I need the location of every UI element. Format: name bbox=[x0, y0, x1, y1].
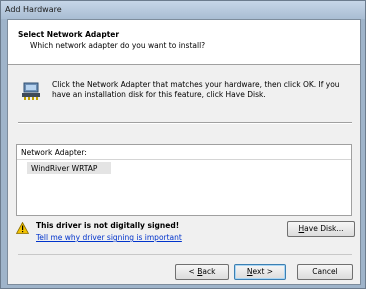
list-header-label: Network Adapter: bbox=[21, 148, 87, 157]
instruction-text: Click the Network Adapter that matches y… bbox=[52, 80, 340, 99]
network-adapter-icon bbox=[20, 81, 42, 101]
page-title: Select Network Adapter bbox=[18, 30, 120, 39]
wizard-header: Select Network Adapter Which network ada… bbox=[8, 20, 360, 65]
add-hardware-window: Add Hardware Select Network Adapter Whic… bbox=[0, 0, 366, 289]
title-bar[interactable]: Add Hardware bbox=[1, 1, 365, 19]
next-suffix: ext > bbox=[252, 267, 274, 276]
driver-signing-link[interactable]: Tell me why driver signing is important bbox=[36, 233, 182, 242]
back-button[interactable]: < Back bbox=[175, 264, 229, 280]
warning-text: This driver is not digitally signed! bbox=[36, 221, 180, 230]
list-column-header[interactable]: Network Adapter: bbox=[17, 145, 351, 160]
back-suffix: ack bbox=[202, 267, 216, 276]
next-button[interactable]: Next > bbox=[234, 264, 286, 280]
back-prefix: < bbox=[188, 267, 198, 276]
window-title: Add Hardware bbox=[5, 5, 62, 14]
network-adapter-list[interactable]: Network Adapter: WindRiver WRTAP bbox=[16, 144, 352, 216]
separator bbox=[18, 122, 352, 124]
instruction-panel: Click the Network Adapter that matches y… bbox=[16, 77, 356, 107]
warning-icon bbox=[15, 221, 30, 234]
dialog-client-area: Select Network Adapter Which network ada… bbox=[7, 19, 361, 285]
have-disk-suffix: ave Disk... bbox=[304, 224, 344, 233]
list-item-label: WindRiver WRTAP bbox=[31, 164, 98, 173]
have-disk-button[interactable]: Have Disk... bbox=[287, 221, 355, 237]
list-item[interactable]: WindRiver WRTAP bbox=[27, 162, 111, 174]
cancel-button[interactable]: Cancel bbox=[297, 264, 353, 280]
footer-separator bbox=[18, 254, 352, 255]
page-subtitle: Which network adapter do you want to ins… bbox=[30, 41, 206, 50]
